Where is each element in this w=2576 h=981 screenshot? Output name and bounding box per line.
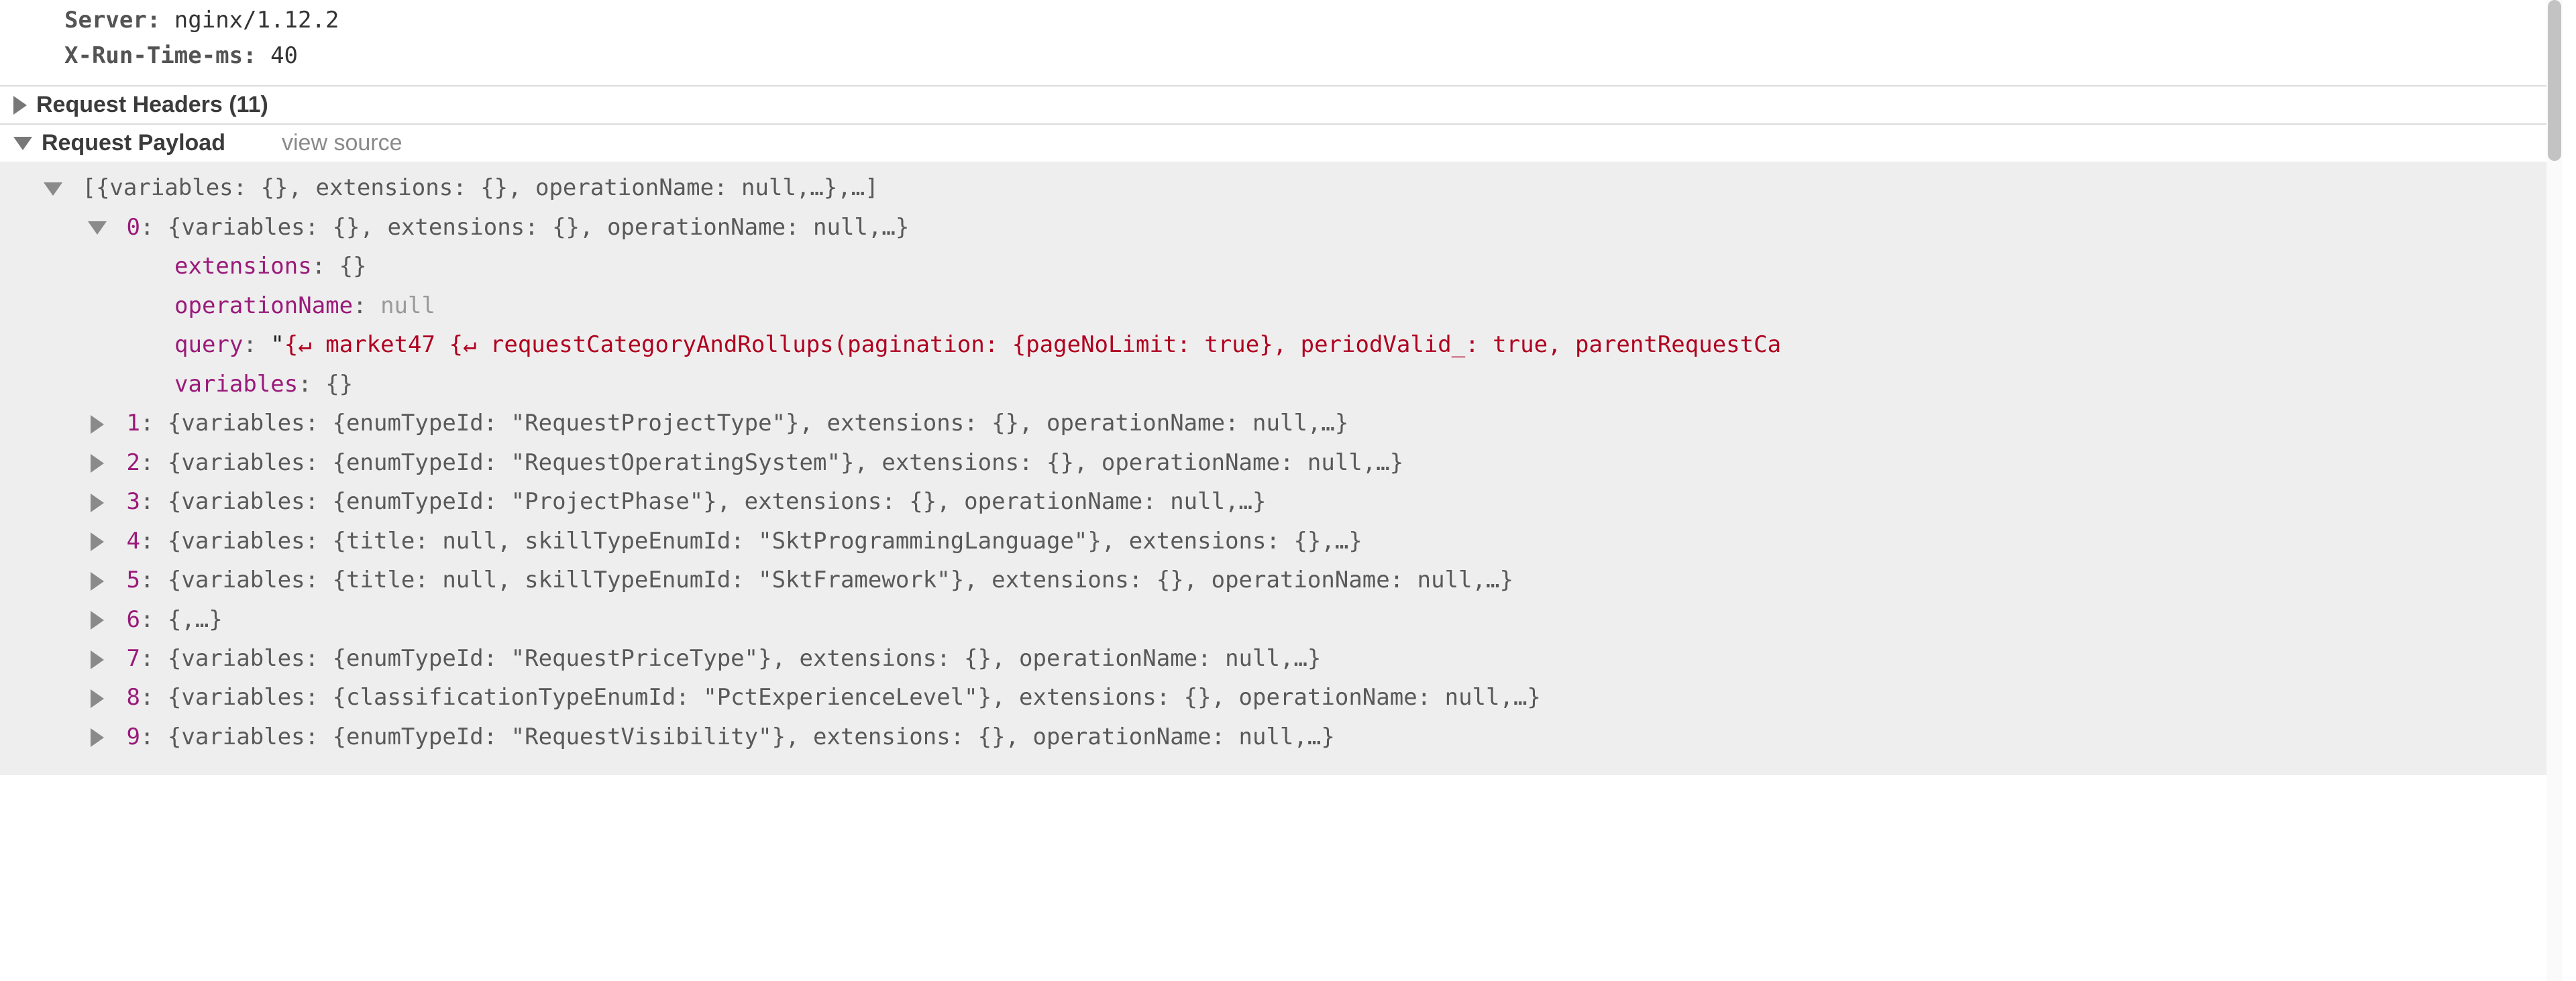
- chevron-right-icon: [13, 96, 27, 115]
- payload-index: 3: [126, 488, 140, 515]
- payload-item-9[interactable]: 9: {variables: {enumTypeId: "RequestVisi…: [0, 717, 2563, 756]
- payload-item-1[interactable]: 1: {variables: {enumTypeId: "RequestProj…: [0, 404, 2563, 443]
- section-title: Request Headers (11): [36, 92, 268, 118]
- payload-tree: [{variables: {}, extensions: {}, operati…: [0, 162, 2563, 775]
- request-headers-section[interactable]: Request Headers (11): [0, 85, 2563, 123]
- chevron-right-icon: [91, 572, 104, 591]
- chevron-right-icon: [91, 650, 104, 669]
- section-title: Request Payload: [42, 130, 225, 156]
- payload-item-0-query[interactable]: query: "{↵ market47 {↵ requestCategoryAn…: [0, 325, 2563, 364]
- payload-key: operationName: [174, 292, 353, 319]
- payload-item-3[interactable]: 3: {variables: {enumTypeId: "ProjectPhas…: [0, 482, 2563, 521]
- network-headers-panel: Server: nginx/1.12.2 X-Run-Time-ms: 40 R…: [0, 0, 2576, 981]
- scrollbar-thumb[interactable]: [2548, 0, 2561, 161]
- newline-glyph-icon: ↵: [463, 331, 476, 358]
- payload-value: {}: [325, 371, 353, 398]
- payload-key: variables: [174, 371, 298, 398]
- payload-item-summary: {variables: {}, extensions: {}, operatio…: [168, 214, 909, 241]
- view-source-link[interactable]: view source: [282, 130, 402, 156]
- payload-item-summary: {variables: {enumTypeId: "RequestPriceTy…: [168, 645, 1321, 672]
- payload-item-summary: {variables: {title: null, skillTypeEnumI…: [168, 528, 1362, 555]
- payload-item-summary: {,…}: [168, 606, 223, 633]
- payload-key: query: [174, 331, 243, 358]
- payload-item-0-extensions[interactable]: extensions: {}: [0, 247, 2563, 286]
- response-header-value: 40: [270, 42, 298, 69]
- payload-item-0-operationname[interactable]: operationName: null: [0, 286, 2563, 325]
- query-fragment: requestCategoryAndRollups(pagination: {p…: [476, 331, 1781, 358]
- response-header-server: Server: nginx/1.12.2: [64, 3, 2563, 38]
- chevron-right-icon: [91, 494, 104, 512]
- query-fragment: market47 {: [312, 331, 463, 358]
- request-payload-section[interactable]: Request Payload view source: [0, 123, 2563, 162]
- response-header-name: Server:: [64, 7, 160, 34]
- chevron-right-icon: [91, 689, 104, 708]
- payload-item-8[interactable]: 8: {variables: {classificationTypeEnumId…: [0, 678, 2563, 717]
- payload-index: 7: [126, 645, 140, 672]
- payload-key: extensions: [174, 253, 312, 280]
- payload-index: 2: [126, 449, 140, 476]
- chevron-down-icon: [13, 137, 32, 150]
- response-header-xruntime: X-Run-Time-ms: 40: [64, 38, 2563, 74]
- payload-item-summary: {variables: {enumTypeId: "RequestOperati…: [168, 449, 1403, 476]
- payload-item-7[interactable]: 7: {variables: {enumTypeId: "RequestPric…: [0, 639, 2563, 678]
- chevron-right-icon: [91, 454, 104, 473]
- payload-item-summary: {variables: {classificationTypeEnumId: "…: [168, 684, 1541, 711]
- chevron-right-icon: [91, 415, 104, 434]
- payload-index: 5: [126, 567, 140, 593]
- payload-item-summary: {variables: {enumTypeId: "RequestVisibil…: [168, 724, 1335, 750]
- payload-index: 1: [126, 410, 140, 437]
- payload-index: 8: [126, 684, 140, 711]
- payload-root[interactable]: [{variables: {}, extensions: {}, operati…: [0, 168, 2563, 207]
- payload-item-summary: {variables: {enumTypeId: "ProjectPhase"}…: [168, 488, 1267, 515]
- payload-item-2[interactable]: 2: {variables: {enumTypeId: "RequestOper…: [0, 443, 2563, 482]
- payload-index: 9: [126, 724, 140, 750]
- payload-item-summary: {variables: {title: null, skillTypeEnumI…: [168, 567, 1513, 593]
- payload-index: 6: [126, 606, 140, 633]
- payload-item-0[interactable]: 0: {variables: {}, extensions: {}, opera…: [0, 208, 2563, 247]
- payload-value: {}: [339, 253, 367, 280]
- payload-item-6[interactable]: 6: {,…}: [0, 600, 2563, 639]
- query-fragment: {: [284, 331, 298, 358]
- payload-index: 0: [126, 214, 140, 241]
- chevron-down-icon: [88, 221, 107, 235]
- payload-item-0-variables[interactable]: variables: {}: [0, 365, 2563, 404]
- response-header-name: X-Run-Time-ms:: [64, 42, 257, 69]
- payload-item-4[interactable]: 4: {variables: {title: null, skillTypeEn…: [0, 522, 2563, 561]
- newline-glyph-icon: ↵: [298, 331, 311, 358]
- payload-index: 4: [126, 528, 140, 555]
- chevron-right-icon: [91, 611, 104, 630]
- response-header-value: nginx/1.12.2: [174, 7, 339, 34]
- scrollbar-track[interactable]: [2546, 0, 2563, 981]
- response-headers-block: Server: nginx/1.12.2 X-Run-Time-ms: 40: [0, 0, 2563, 85]
- payload-item-summary: {variables: {enumTypeId: "RequestProject…: [168, 410, 1348, 437]
- chevron-right-icon: [91, 728, 104, 747]
- chevron-right-icon: [91, 532, 104, 551]
- chevron-down-icon: [44, 182, 62, 196]
- payload-item-5[interactable]: 5: {variables: {title: null, skillTypeEn…: [0, 561, 2563, 599]
- open-quote: ": [270, 331, 284, 358]
- payload-value: null: [380, 292, 435, 319]
- payload-root-summary: [{variables: {}, extensions: {}, operati…: [82, 174, 878, 201]
